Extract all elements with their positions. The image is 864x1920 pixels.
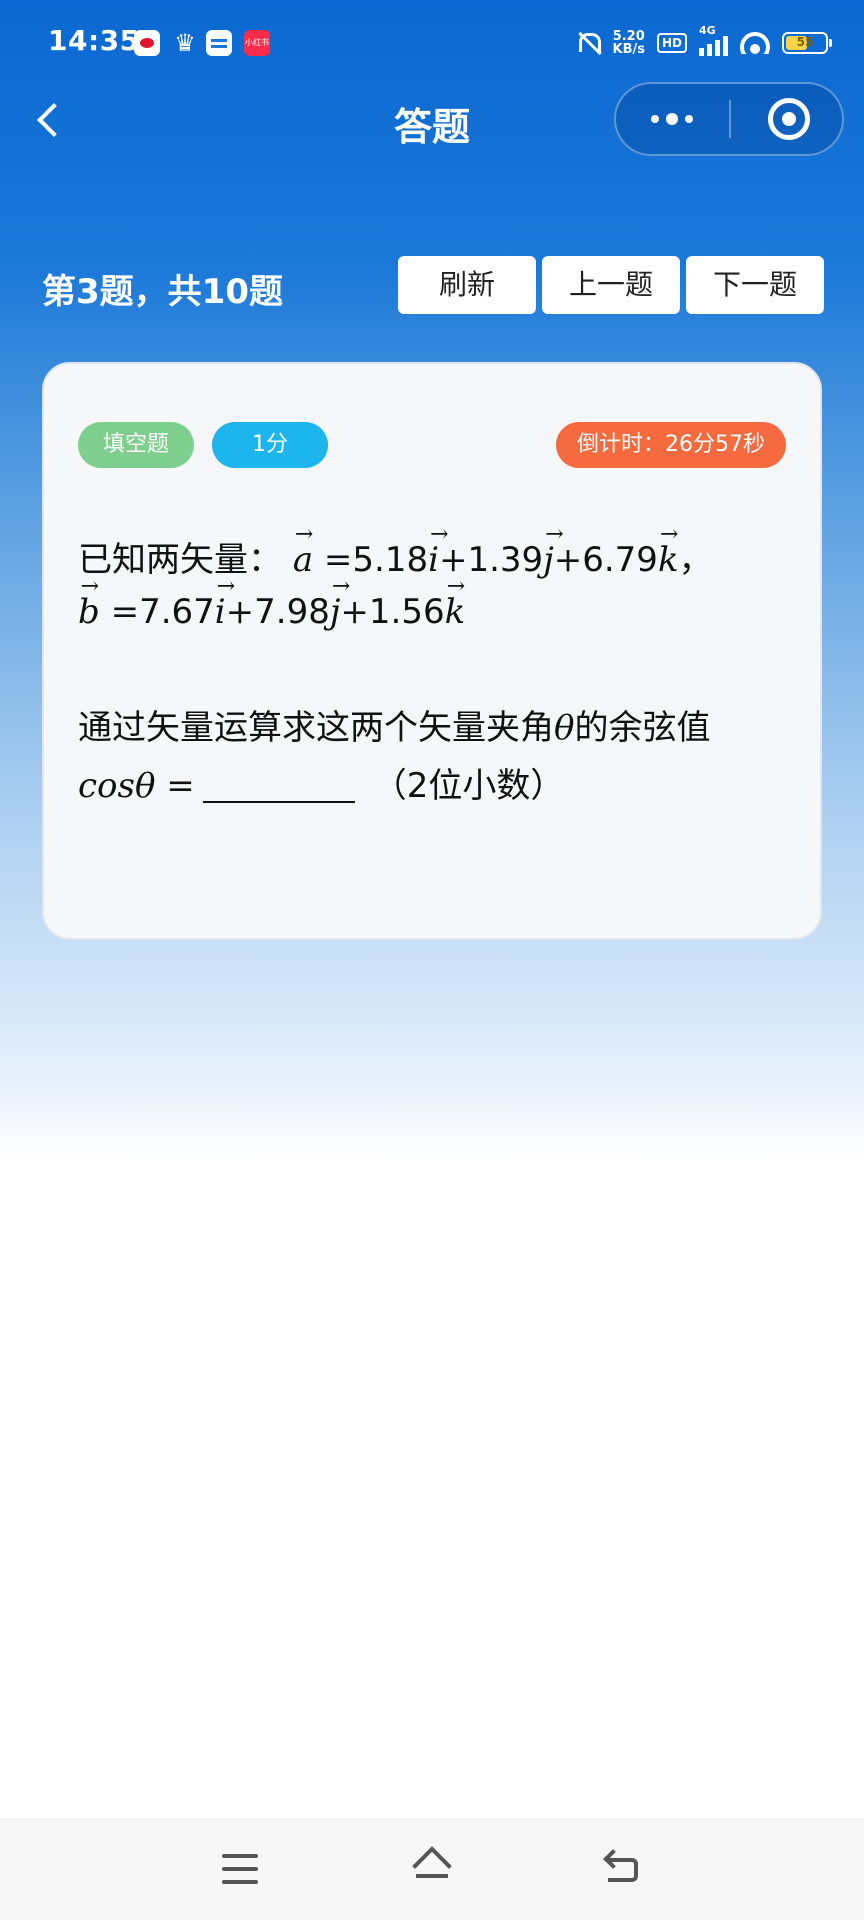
status-right: 5.20 KB/s HD 4G 55 bbox=[575, 24, 832, 60]
a-k-coef: 6.79 bbox=[582, 540, 658, 580]
system-nav-bar bbox=[0, 1819, 864, 1920]
question-progress: 第3题，共10题 bbox=[42, 272, 283, 312]
question-intro: 已知两矢量： bbox=[78, 540, 282, 580]
equals-sign: = bbox=[110, 592, 140, 632]
menu-icon[interactable] bbox=[218, 1854, 262, 1886]
status-time: 14:35 bbox=[48, 24, 140, 57]
unit-i: i bbox=[215, 574, 226, 632]
refresh-button[interactable]: 刷新 bbox=[398, 256, 536, 314]
question-line-2: b =7.67i+7.98j+1.56k bbox=[78, 574, 798, 632]
precision-hint: （2位小数） bbox=[372, 766, 565, 806]
prompt-pre: 通过矢量运算求这两个矢量夹角 bbox=[78, 708, 554, 748]
network-type: 4G bbox=[699, 24, 716, 37]
battery-level: 55 bbox=[796, 35, 814, 49]
comma: ， bbox=[678, 540, 713, 580]
prev-question-button[interactable]: 上一题 bbox=[542, 256, 680, 314]
bell-muted-icon bbox=[575, 30, 601, 56]
a-i-coef: 5.18 bbox=[352, 540, 429, 580]
prompt-post: 的余弦值 bbox=[574, 708, 711, 748]
answer-blank-input[interactable] bbox=[202, 767, 355, 803]
close-mini-program-button[interactable] bbox=[768, 98, 810, 140]
unit-j: j bbox=[543, 522, 554, 580]
status-bar: 14:35 ♛ 小红书 5.20 KB/s HD 4G 55 bbox=[0, 0, 864, 86]
net-speed: 5.20 KB/s bbox=[613, 30, 645, 56]
question-card: 填空题 1分 倒计时：26分57秒 已知两矢量： a =5.18i+1.39j+… bbox=[42, 362, 822, 940]
capsule-divider bbox=[729, 100, 731, 138]
crown-icon: ♛ bbox=[174, 29, 196, 57]
signal-icon: 4G bbox=[699, 24, 728, 56]
next-question-button[interactable]: 下一题 bbox=[686, 256, 824, 314]
more-button[interactable] bbox=[616, 84, 728, 154]
card-icon bbox=[206, 30, 232, 56]
theta-symbol: θ bbox=[554, 708, 575, 748]
mini-program-capsule bbox=[614, 82, 844, 156]
hd-badge: HD bbox=[656, 33, 687, 53]
question-line-1: 已知两矢量： a =5.18i+1.39j+6.79k， bbox=[78, 522, 798, 581]
net-speed-unit: KB/s bbox=[612, 42, 645, 57]
unit-j: j bbox=[330, 574, 341, 632]
vector-b: b bbox=[78, 574, 100, 632]
home-icon[interactable] bbox=[410, 1844, 454, 1888]
score-badge: 1分 bbox=[212, 422, 328, 468]
b-j-coef: 7.98 bbox=[254, 592, 330, 632]
wifi-icon bbox=[740, 32, 770, 54]
b-k-coef: 1.56 bbox=[368, 592, 445, 632]
question-type-badge: 填空题 bbox=[78, 422, 194, 468]
question-prompt: 通过矢量运算求这两个矢量夹角θ的余弦值 bbox=[78, 700, 798, 749]
battery-icon: 55 bbox=[782, 32, 832, 54]
b-i-coef: 7.67 bbox=[139, 592, 215, 632]
a-j-coef: 1.39 bbox=[467, 540, 544, 580]
unit-i: i bbox=[428, 522, 439, 580]
app-icon: 小红书 bbox=[244, 30, 270, 56]
more-dot-icon bbox=[651, 115, 659, 123]
cos-label: cosθ = bbox=[78, 766, 195, 806]
unit-k: k bbox=[658, 522, 679, 580]
countdown-badge: 倒计时：26分57秒 bbox=[556, 422, 786, 468]
vector-a: a bbox=[293, 522, 314, 580]
unit-k: k bbox=[445, 574, 466, 632]
answer-line: cosθ = （2位小数） bbox=[78, 758, 798, 807]
more-dot-icon bbox=[666, 113, 678, 125]
system-back-icon[interactable] bbox=[604, 1848, 644, 1888]
weibo-icon bbox=[134, 30, 160, 56]
more-dot-icon bbox=[685, 115, 693, 123]
